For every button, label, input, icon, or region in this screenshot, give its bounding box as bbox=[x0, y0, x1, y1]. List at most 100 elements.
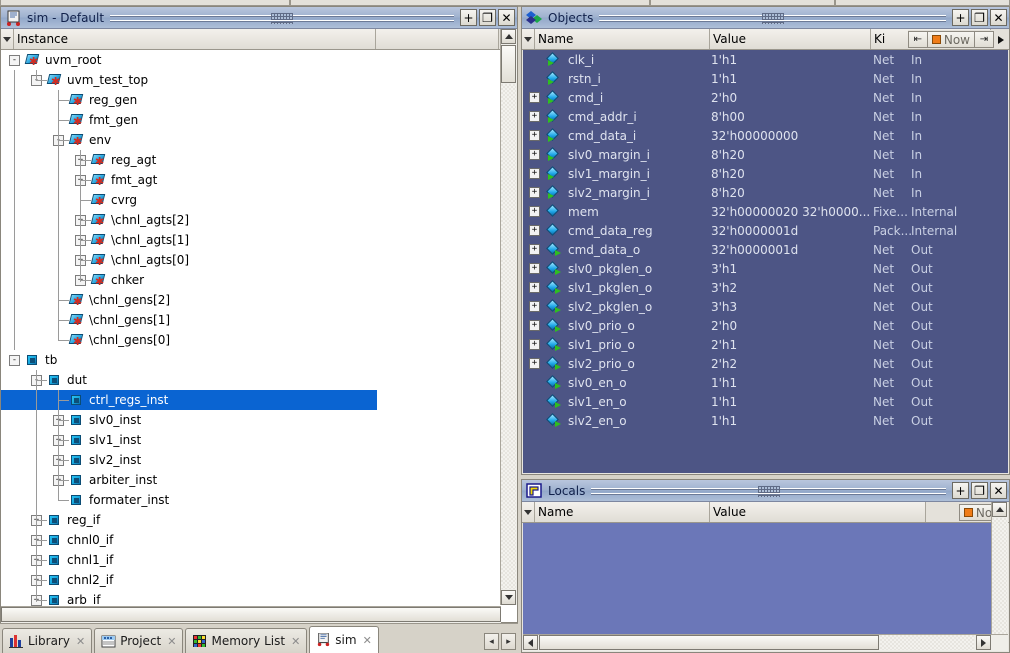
next-transition-button[interactable]: ⇥ bbox=[974, 31, 994, 48]
expand-toggle[interactable]: + bbox=[529, 301, 540, 312]
locals-hscroll-thumb[interactable] bbox=[539, 635, 879, 650]
locals-panel-drag-grip[interactable] bbox=[591, 480, 946, 502]
tree-item-dut[interactable]: -dut bbox=[1, 370, 517, 390]
tab-project[interactable]: Project ✕ bbox=[94, 628, 184, 653]
column-header-name[interactable]: Name bbox=[535, 502, 710, 522]
instance-tree[interactable]: -✱uvm_root-✱uvm_test_top✱reg_gen✱fmt_gen… bbox=[1, 50, 517, 622]
tree-item-reg-agt[interactable]: +✱reg_agt bbox=[1, 150, 517, 170]
expand-toggle[interactable]: + bbox=[529, 187, 540, 198]
tree-item-formater-inst[interactable]: formater_inst bbox=[1, 490, 517, 510]
column-header-value[interactable]: Value bbox=[710, 502, 926, 522]
expand-toggle[interactable]: + bbox=[529, 111, 540, 122]
tab-close-icon[interactable]: ✕ bbox=[167, 635, 176, 648]
object-row[interactable]: slv0_en_o 1'h1 Net Out bbox=[523, 373, 1008, 392]
sim-horizontal-scrollbar[interactable] bbox=[1, 606, 501, 623]
locals-hscroll-track[interactable] bbox=[880, 635, 974, 650]
collapse-toggle[interactable]: - bbox=[9, 354, 20, 366]
tree-item-chnl-agts-2[interactable]: +✱\chnl_agts[2] bbox=[1, 210, 517, 230]
tree-item-env[interactable]: -✱env bbox=[1, 130, 517, 150]
tree-item-uvm-root[interactable]: - ✱ uvm_root bbox=[1, 50, 517, 70]
now-indicator[interactable]: Now bbox=[927, 31, 974, 48]
object-row[interactable]: + slv1_prio_o 2'h1 Net Out bbox=[523, 335, 1008, 354]
object-row[interactable]: + slv2_margin_i 8'h20 Net In bbox=[523, 183, 1008, 202]
object-row[interactable]: + cmd_data_i 32'h00000000 Net In bbox=[523, 126, 1008, 145]
tab-close-icon[interactable]: ✕ bbox=[363, 634, 372, 647]
header-overflow-icon[interactable] bbox=[994, 35, 1007, 44]
expand-toggle[interactable]: + bbox=[529, 339, 540, 350]
objects-close-button[interactable]: ✕ bbox=[990, 9, 1007, 26]
column-header-name[interactable]: Name bbox=[535, 29, 710, 49]
sort-filter-icon[interactable] bbox=[522, 502, 535, 522]
object-row[interactable]: + mem 32'h00000020 32'h0000... Fixe... Inter… bbox=[523, 202, 1008, 221]
expand-toggle[interactable]: + bbox=[529, 358, 540, 369]
expand-toggle[interactable]: + bbox=[529, 244, 540, 255]
tree-item-cvrg[interactable]: ✱ cvrg bbox=[1, 190, 517, 210]
object-row[interactable]: + cmd_data_o 32'h0000001d Net Out bbox=[523, 240, 1008, 259]
locals-undock-button[interactable]: ❐ bbox=[971, 482, 988, 499]
tree-item-fmt-gen[interactable]: ✱ fmt_gen bbox=[1, 110, 517, 130]
object-row[interactable]: + cmd_i 2'h0 Net In bbox=[523, 88, 1008, 107]
locals-panel-titlebar[interactable]: Locals + ❐ ✕ bbox=[522, 480, 1009, 502]
tab-close-icon[interactable]: ✕ bbox=[76, 635, 85, 648]
tree-item-chnl-agts-1[interactable]: +✱\chnl_agts[1] bbox=[1, 230, 517, 250]
tree-item-chker[interactable]: +✱chker bbox=[1, 270, 517, 290]
sim-panel-drag-grip[interactable] bbox=[110, 7, 454, 29]
sim-undock-button[interactable]: ❐ bbox=[479, 9, 496, 26]
tree-item-fmt-agt[interactable]: +✱fmt_agt bbox=[1, 170, 517, 190]
object-row[interactable]: slv1_en_o 1'h1 Net Out bbox=[523, 392, 1008, 411]
locals-horizontal-scrollbar[interactable] bbox=[523, 634, 1008, 651]
tree-item-ctrl-regs-inst[interactable]: ctrl_regs_inst bbox=[1, 390, 377, 410]
objects-undock-button[interactable]: ❐ bbox=[971, 9, 988, 26]
tree-item-chnl-agts-0[interactable]: +✱\chnl_agts[0] bbox=[1, 250, 517, 270]
object-row[interactable]: + cmd_addr_i 8'h00 Net In bbox=[523, 107, 1008, 126]
object-row[interactable]: + slv1_pkglen_o 3'h2 Net Out bbox=[523, 278, 1008, 297]
scroll-right-button[interactable] bbox=[976, 635, 991, 650]
tree-item-slv2-inst[interactable]: +slv2_inst bbox=[1, 450, 517, 470]
tab-scroll-next[interactable]: ▸ bbox=[501, 633, 516, 650]
collapse-toggle[interactable]: - bbox=[9, 54, 20, 66]
tree-item-chnl-gens-0[interactable]: ✱ \chnl_gens[0] bbox=[1, 330, 517, 350]
locals-vertical-scrollbar[interactable] bbox=[991, 502, 1008, 634]
sim-hscroll-thumb[interactable] bbox=[1, 607, 501, 622]
tree-item-slv1-inst[interactable]: +slv1_inst bbox=[1, 430, 517, 450]
locals-list[interactable] bbox=[523, 523, 1008, 634]
column-header-instance[interactable]: Instance bbox=[14, 29, 376, 49]
sim-vertical-scrollbar[interactable] bbox=[500, 29, 517, 605]
tree-item-reg-if[interactable]: +reg_if bbox=[1, 510, 517, 530]
column-header-blank[interactable] bbox=[376, 29, 499, 49]
objects-dock-button[interactable]: + bbox=[952, 9, 969, 26]
object-row[interactable]: + slv0_margin_i 8'h20 Net In bbox=[523, 145, 1008, 164]
object-row[interactable]: + slv0_pkglen_o 3'h1 Net Out bbox=[523, 259, 1008, 278]
expand-toggle[interactable]: + bbox=[529, 149, 540, 160]
prev-transition-button[interactable]: ⇤ bbox=[907, 31, 928, 48]
tree-item-arbiter-inst[interactable]: +arbiter_inst bbox=[1, 470, 517, 490]
objects-panel-drag-grip[interactable] bbox=[599, 7, 946, 29]
object-row[interactable]: + slv0_prio_o 2'h0 Net Out bbox=[523, 316, 1008, 335]
tree-item-chnl-gens-2[interactable]: ✱ \chnl_gens[2] bbox=[1, 290, 517, 310]
tree-item-uvm-test-top[interactable]: -✱uvm_test_top bbox=[1, 70, 517, 90]
column-header-value[interactable]: Value bbox=[710, 29, 871, 49]
tree-item-chnl0-if[interactable]: +chnl0_if bbox=[1, 530, 517, 550]
expand-toggle[interactable]: + bbox=[529, 225, 540, 236]
object-row[interactable]: + cmd_data_reg 32'h0000001d Pack... Internal bbox=[523, 221, 1008, 240]
tree-item-reg-gen[interactable]: ✱ reg_gen bbox=[1, 90, 517, 110]
tree-item-chnl1-if[interactable]: +chnl1_if bbox=[1, 550, 517, 570]
tree-item-chnl-gens-1[interactable]: ✱ \chnl_gens[1] bbox=[1, 310, 517, 330]
tab-memory-list[interactable]: Memory List ✕ bbox=[185, 628, 308, 653]
locals-dock-button[interactable]: + bbox=[952, 482, 969, 499]
object-row[interactable]: + slv2_prio_o 2'h2 Net Out bbox=[523, 354, 1008, 373]
object-row[interactable]: rstn_i 1'h1 Net In bbox=[523, 69, 1008, 88]
sim-close-button[interactable]: ✕ bbox=[498, 9, 515, 26]
sim-panel-titlebar[interactable]: sim - Default + ❐ ✕ bbox=[1, 7, 517, 29]
tree-item-slv0-inst[interactable]: +slv0_inst bbox=[1, 410, 517, 430]
expand-toggle[interactable]: + bbox=[529, 92, 540, 103]
tab-scroll-prev[interactable]: ◂ bbox=[484, 633, 499, 650]
object-row[interactable]: + slv2_pkglen_o 3'h3 Net Out bbox=[523, 297, 1008, 316]
expand-toggle[interactable]: + bbox=[529, 282, 540, 293]
tab-sim[interactable]: sim ✕ bbox=[309, 626, 379, 653]
object-row[interactable]: slv2_en_o 1'h1 Net Out bbox=[523, 411, 1008, 430]
object-row[interactable]: clk_i 1'h1 Net In bbox=[523, 50, 1008, 69]
tab-library[interactable]: Library ✕ bbox=[2, 628, 93, 653]
locals-close-button[interactable]: ✕ bbox=[990, 482, 1007, 499]
tree-item-tb[interactable]: - tb bbox=[1, 350, 517, 370]
